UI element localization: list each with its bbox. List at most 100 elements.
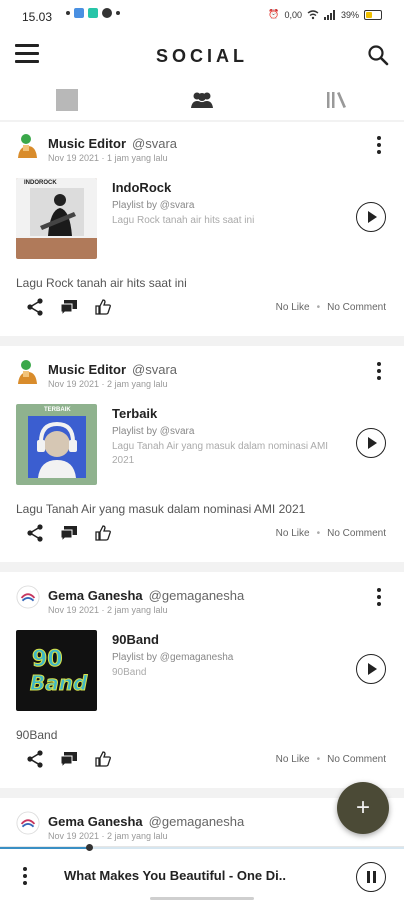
comment-count[interactable]: No Comment (327, 302, 386, 313)
tab-bar (0, 80, 404, 121)
now-playing-title[interactable]: What Makes You Beautiful - One Di.. (64, 868, 334, 883)
playlist-description: 90Band (112, 667, 147, 678)
page-title: SOCIAL (155, 46, 248, 66)
post-more-icon[interactable] (376, 362, 382, 380)
search-icon[interactable] (366, 43, 390, 67)
post-more-icon[interactable] (376, 588, 382, 606)
post-date: Nov 19 2021 · 2 jam yang lalu (48, 379, 168, 389)
post-author[interactable]: Gema Ganesha @gemaganesha (48, 588, 244, 603)
guitarist-image (30, 188, 84, 236)
post-actions (26, 298, 112, 316)
progress-fill (0, 847, 89, 849)
svg-text:90: 90 (32, 647, 63, 672)
player-more-icon[interactable] (22, 867, 28, 885)
post-stats: No Like • No Comment (275, 528, 386, 539)
post-actions (26, 524, 112, 542)
playlist-title[interactable]: Terbaik (112, 406, 157, 421)
alarm-icon: ⏰ (268, 9, 280, 19)
post-separator (0, 336, 404, 346)
post-handle: @svara (132, 136, 178, 151)
post-author[interactable]: Music Editor @svara (48, 136, 177, 151)
comment-icon[interactable] (60, 299, 78, 315)
wifi-icon (307, 9, 319, 19)
battery-text: 39% (340, 9, 359, 20)
playlist-title[interactable]: 90Band (112, 632, 159, 647)
post-date: Nov 19 2021 · 2 jam yang lalu (48, 605, 168, 615)
playlist-cover[interactable]: 90 Band (16, 630, 97, 711)
signal-icon (323, 9, 335, 20)
notification-dot-icon (66, 11, 70, 15)
progress-knob[interactable] (86, 844, 93, 851)
mini-player[interactable]: What Makes You Beautiful - One Di.. (0, 844, 404, 901)
share-icon[interactable] (26, 298, 44, 316)
post-date: Nov 19 2021 · 1 jam yang lalu (48, 153, 168, 163)
user-avatar-icon (18, 360, 37, 384)
feed-post: Music Editor @svara Nov 19 2021 · 2 jam y… (0, 348, 404, 574)
play-button[interactable] (356, 428, 386, 458)
playlist-cover[interactable]: TERBAIK (16, 404, 97, 485)
post-stats: No Like • No Comment (275, 754, 386, 765)
user-avatar-icon (16, 811, 40, 835)
app-icon (88, 8, 98, 18)
notification-icons (66, 8, 120, 18)
comment-count[interactable]: No Comment (327, 754, 386, 765)
battery-icon (364, 9, 382, 20)
like-count[interactable]: No Like (276, 528, 310, 539)
library-icon (327, 92, 346, 108)
status-time: 15.03 (22, 10, 53, 24)
grid-square-icon (56, 89, 78, 111)
post-author[interactable]: Gema Ganesha @gemaganesha (48, 814, 244, 829)
user-avatar-icon (18, 134, 37, 158)
post-handle: @gemaganesha (148, 814, 245, 829)
feed-post: Gema Ganesha @gemaganesha Nov 19 2021 · 2… (0, 574, 404, 800)
status-right: ⏰ 0,00 39% (268, 9, 382, 20)
post-handle: @gemaganesha (148, 588, 245, 603)
app-bar: SOCIAL (0, 34, 404, 78)
progress-bar[interactable] (0, 847, 404, 849)
tab-social[interactable] (135, 80, 269, 120)
tab-library[interactable] (270, 80, 404, 120)
playlist-by: Playlist by @svara (112, 426, 195, 437)
play-button[interactable] (356, 202, 386, 232)
comment-count[interactable]: No Comment (327, 528, 386, 539)
post-actions (26, 750, 112, 768)
post-author[interactable]: Music Editor @svara (48, 362, 177, 377)
plus-icon: + (355, 794, 370, 821)
like-count[interactable]: No Like (276, 754, 310, 765)
playlist-description: Lagu Tanah Air yang masuk dalam nominasi… (112, 441, 329, 466)
user-avatar-icon (16, 585, 40, 609)
headphones-image (28, 416, 86, 478)
comment-icon[interactable] (60, 751, 78, 767)
playlist-by: Playlist by @svara (112, 200, 195, 211)
feed-post: Music Editor @svara Nov 19 2021 · 1 jam y… (0, 122, 404, 348)
add-post-button[interactable]: + (337, 782, 389, 834)
post-caption: Lagu Rock tanah air hits saat ini (16, 276, 187, 290)
post-caption: Lagu Tanah Air yang masuk dalam nominasi… (16, 502, 306, 516)
like-icon[interactable] (94, 298, 112, 316)
svg-text:Band: Band (30, 671, 88, 695)
post-stats: No Like • No Comment (275, 302, 386, 313)
network-speed: 0,00 (284, 9, 302, 20)
like-icon[interactable] (94, 750, 112, 768)
play-button[interactable] (356, 654, 386, 684)
like-count[interactable]: No Like (276, 302, 310, 313)
post-separator (0, 562, 404, 572)
like-icon[interactable] (94, 524, 112, 542)
people-icon (191, 92, 213, 108)
playlist-description: Lagu Rock tanah air hits saat ini (112, 215, 255, 226)
playlist-title[interactable]: IndoRock (112, 180, 171, 195)
share-icon[interactable] (26, 524, 44, 542)
share-icon[interactable] (26, 750, 44, 768)
social-feed[interactable]: Music Editor @svara Nov 19 2021 · 1 jam y… (0, 122, 404, 846)
telegram-icon (102, 8, 112, 18)
google-icon (74, 8, 84, 18)
playlist-cover[interactable]: INDOROCK (16, 178, 97, 259)
post-more-icon[interactable] (376, 136, 382, 154)
pause-button[interactable] (356, 862, 386, 892)
post-caption: 90Band (16, 728, 58, 742)
tab-feed[interactable] (0, 80, 134, 120)
comment-icon[interactable] (60, 525, 78, 541)
cover-label: INDOROCK (24, 180, 57, 186)
post-date: Nov 19 2021 · 2 jam yang lalu (48, 831, 168, 841)
band-logo-image: 90 Band (30, 647, 89, 696)
